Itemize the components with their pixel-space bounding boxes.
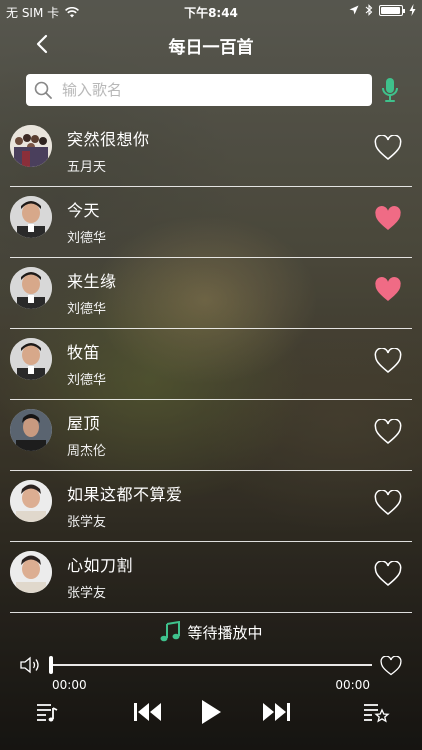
artist-avatar: [10, 338, 52, 380]
song-title: 今天: [67, 201, 101, 220]
navigation-bar: 每日一百首: [0, 22, 422, 66]
search-bar[interactable]: 输入歌名: [26, 74, 372, 106]
artist-avatar: [10, 480, 52, 522]
song-row[interactable]: 来生缘 刘德华: [0, 258, 422, 329]
heart-outline-icon[interactable]: [374, 490, 402, 516]
charging-icon: [409, 4, 416, 16]
song-artist: 周杰伦: [67, 444, 107, 459]
microphone-icon: [382, 78, 398, 102]
heart-outline-icon[interactable]: [374, 348, 402, 374]
song-title: 如果这都不算爱: [67, 485, 183, 504]
play-icon: [202, 700, 221, 724]
heart-filled-icon[interactable]: [374, 206, 402, 232]
favorites-list-button[interactable]: [360, 696, 392, 728]
next-button[interactable]: [258, 696, 294, 728]
song-title: 来生缘: [67, 272, 117, 291]
current-time: 00:00: [52, 678, 87, 692]
music-note-icon: [160, 621, 181, 642]
song-row[interactable]: 突然很想你 五月天: [0, 116, 422, 187]
page-title: 每日一百首: [168, 38, 254, 58]
song-artist: 张学友: [67, 515, 107, 530]
song-artist: 刘德华: [67, 231, 107, 246]
song-row[interactable]: 屋顶 周杰伦: [0, 400, 422, 471]
song-row[interactable]: 牧笛 刘德华: [0, 329, 422, 400]
bluetooth-icon: [365, 4, 373, 16]
song-title: 突然很想你: [67, 130, 150, 149]
song-title: 心如刀割: [67, 556, 134, 575]
artist-avatar: [10, 125, 52, 167]
voice-search-button[interactable]: [376, 74, 404, 106]
playlist-button[interactable]: [32, 696, 62, 728]
song-row[interactable]: 如果这都不算爱 张学友: [0, 471, 422, 542]
song-artist: 刘德华: [67, 373, 107, 388]
artist-avatar: [10, 196, 52, 238]
heart-outline-icon[interactable]: [374, 561, 402, 587]
play-button[interactable]: [196, 696, 226, 728]
song-title: 牧笛: [67, 343, 101, 362]
song-title: 屋顶: [67, 414, 101, 433]
battery-icon: [379, 4, 405, 16]
favorite-current-icon[interactable]: [380, 656, 402, 676]
playlist-icon: [37, 704, 58, 722]
song-row[interactable]: 今天 刘德华: [0, 187, 422, 258]
heart-filled-icon[interactable]: [374, 277, 402, 303]
song-list: 突然很想你 五月天 今天 刘德华 来生缘 刘德华 牧笛 刘德华 屋顶 周杰伦 如…: [0, 116, 422, 613]
previous-button[interactable]: [130, 696, 166, 728]
progress-thumb[interactable]: [49, 656, 53, 674]
location-icon: [349, 5, 359, 15]
heart-outline-icon[interactable]: [374, 419, 402, 445]
song-artist: 张学友: [67, 586, 107, 601]
total-time: 00:00: [335, 678, 370, 692]
heart-outline-icon[interactable]: [374, 135, 402, 161]
skip-previous-icon: [134, 703, 161, 721]
search-icon: [34, 81, 52, 99]
song-artist: 刘德华: [67, 302, 107, 317]
status-bar: 无 SIM 卡 下午8:44: [0, 0, 422, 22]
skip-next-icon: [263, 703, 290, 721]
favorites-list-icon: [364, 704, 390, 723]
playback-status-text: 等待播放中: [187, 623, 263, 642]
progress-track[interactable]: [50, 664, 372, 666]
volume-icon[interactable]: [20, 656, 42, 674]
search-input[interactable]: 输入歌名: [62, 74, 122, 106]
playback-status: 等待播放中: [0, 620, 422, 644]
artist-avatar: [10, 409, 52, 451]
artist-avatar: [10, 267, 52, 309]
song-row[interactable]: 心如刀割 张学友: [0, 542, 422, 613]
song-artist: 五月天: [67, 160, 107, 175]
playback-controls: [0, 696, 422, 728]
artist-avatar: [10, 551, 52, 593]
